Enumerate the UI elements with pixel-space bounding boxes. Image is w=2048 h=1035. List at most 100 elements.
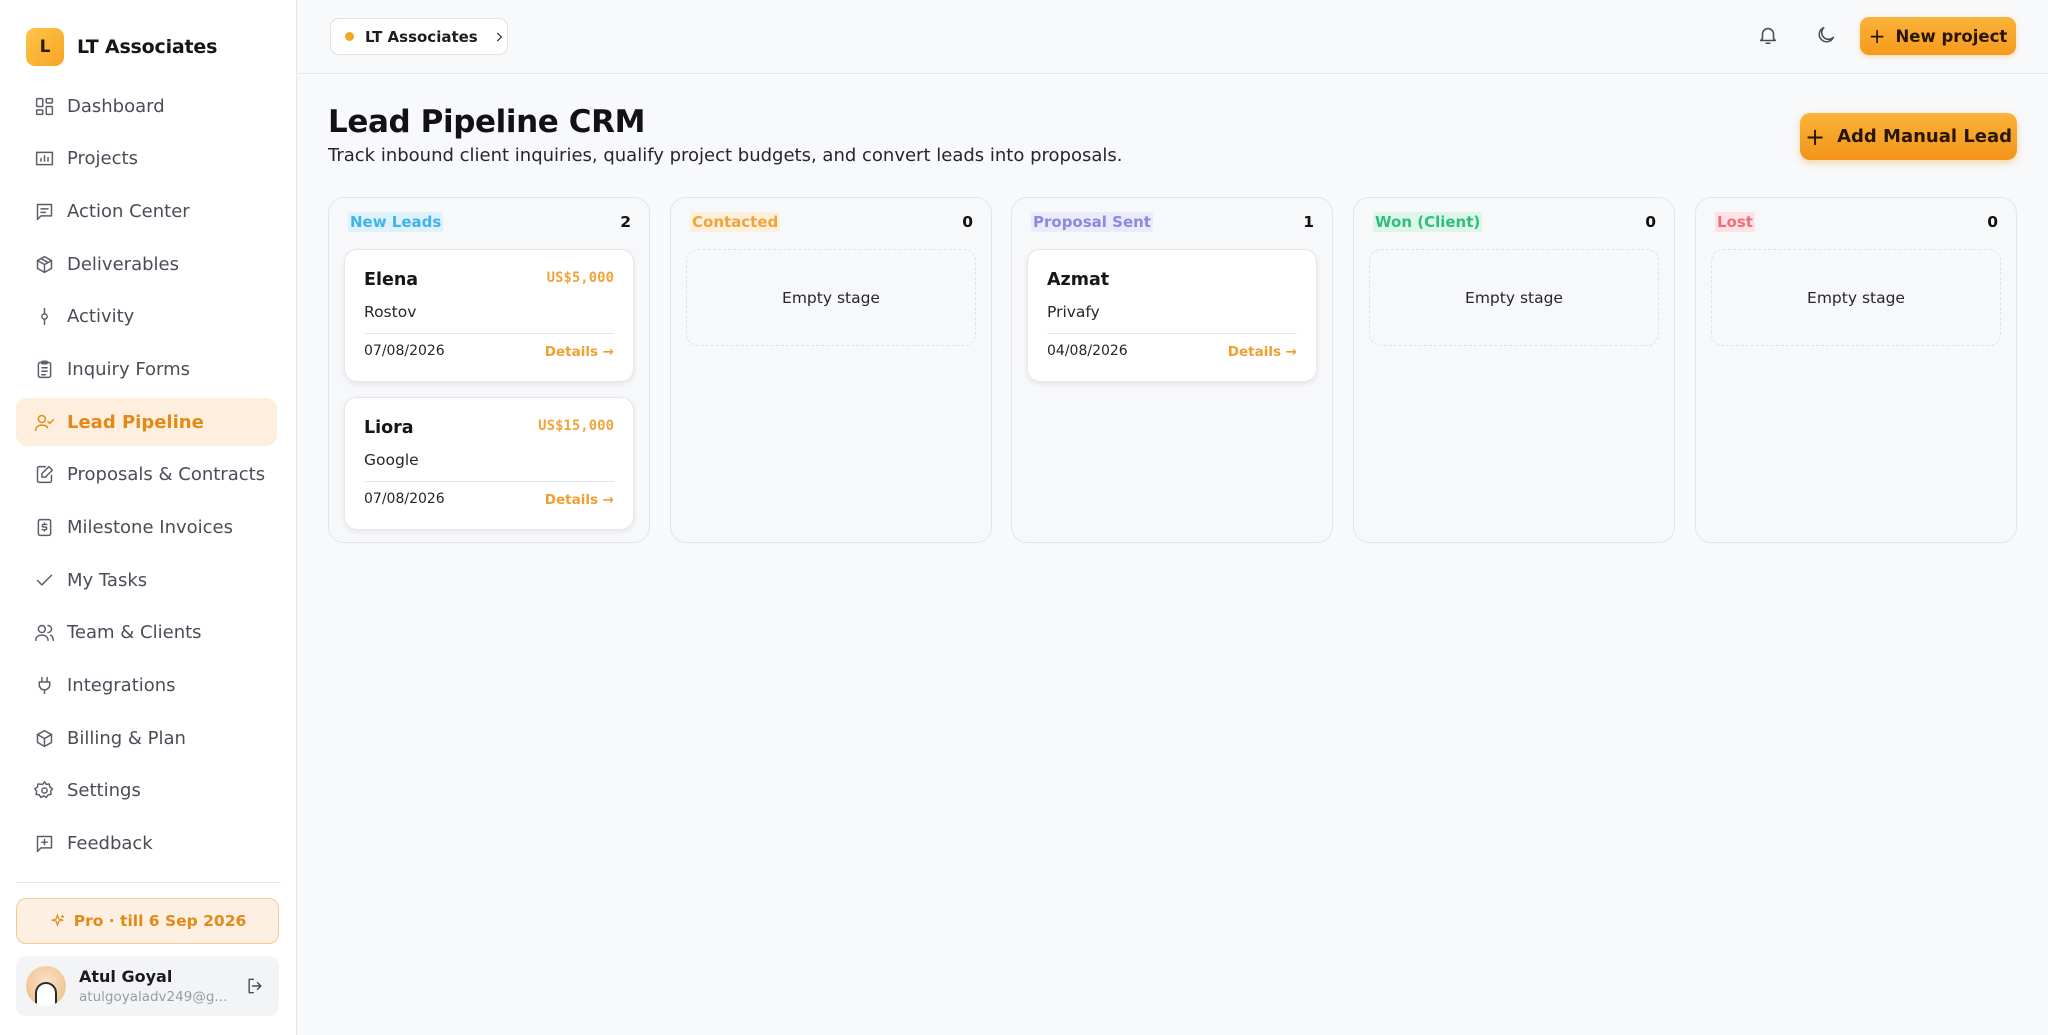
sidebar-item-team-clients[interactable]: Team & Clients [16, 609, 277, 657]
sidebar-item-action-center[interactable]: Action Center [16, 187, 277, 235]
sidebar-item-label: Feedback [67, 833, 153, 855]
sidebar: L LT Associates Dashboard Projects Actio… [0, 0, 297, 1035]
column-title: Contacted [690, 212, 781, 232]
new-project-button[interactable]: + New project [1860, 17, 2016, 55]
check-icon [32, 568, 56, 592]
plan-badge-label: Pro · till 6 Sep 2026 [73, 912, 247, 930]
workspace-switcher[interactable]: LT Associates [330, 18, 508, 55]
lead-card[interactable]: Liora US$15,000 Google 07/08/2026 Detail… [344, 397, 634, 530]
user-name: Atul Goyal [79, 967, 173, 986]
details-link[interactable]: Details → [1228, 344, 1297, 360]
page-title: Lead Pipeline CRM [328, 104, 646, 140]
empty-stage: Empty stage [1711, 249, 2001, 346]
column-count: 0 [1645, 213, 1656, 231]
lead-card[interactable]: Azmat Privafy 04/08/2026 Details → [1027, 249, 1317, 382]
sidebar-item-projects[interactable]: Projects [16, 135, 277, 183]
sidebar-item-settings[interactable]: Settings [16, 767, 277, 815]
add-manual-lead-label: Add Manual Lead [1837, 126, 2013, 147]
new-project-label: New project [1895, 26, 2008, 46]
topbar: LT Associates + New project [298, 0, 2048, 74]
column-title: Lost [1715, 212, 1755, 232]
sidebar-item-integrations[interactable]: Integrations [16, 662, 277, 710]
sidebar-item-my-tasks[interactable]: My Tasks [16, 556, 277, 604]
column-title: Won (Client) [1373, 212, 1483, 232]
user-card[interactable]: Atul Goyal atulgoyaladv249@g... [16, 956, 279, 1016]
column-won-client: Won (Client) 0 Empty stage [1353, 197, 1675, 543]
lead-name: Azmat [1047, 270, 1110, 290]
lead-budget: US$15,000 [538, 418, 614, 434]
details-link[interactable]: Details → [545, 492, 614, 508]
user-email: atulgoyaladv249@g... [79, 989, 228, 1005]
action-center-icon [32, 199, 56, 223]
sidebar-item-label: Deliverables [67, 253, 179, 275]
column-count: 2 [620, 213, 631, 231]
sidebar-item-feedback[interactable]: Feedback [16, 820, 277, 868]
chevron-right-icon [492, 30, 506, 44]
lead-date: 04/08/2026 [1047, 343, 1128, 359]
sidebar-item-label: Milestone Invoices [67, 517, 233, 538]
empty-stage: Empty stage [1369, 249, 1659, 346]
avatar [26, 966, 66, 1006]
moon-icon[interactable] [1815, 24, 1839, 48]
file-edit-icon [32, 463, 56, 487]
lead-card[interactable]: Elena US$5,000 Rostov 07/08/2026 Details… [344, 249, 634, 382]
sidebar-item-label: Projects [67, 148, 138, 170]
projects-icon [32, 147, 56, 171]
sidebar-item-label: Integrations [67, 675, 176, 697]
sidebar-item-label: Billing & Plan [67, 727, 186, 749]
details-link[interactable]: Details → [545, 344, 614, 360]
page-subtitle: Track inbound client inquiries, qualify … [328, 145, 1123, 166]
sidebar-item-label: Settings [67, 780, 141, 802]
lead-company: Rostov [364, 303, 417, 321]
clipboard-icon [32, 357, 56, 381]
card-divider [364, 481, 614, 482]
lead-date: 07/08/2026 [364, 343, 445, 359]
sidebar-item-dashboard[interactable]: Dashboard [16, 82, 277, 130]
sidebar-item-proposals-contracts[interactable]: Proposals & Contracts [16, 451, 277, 499]
column-count: 0 [962, 213, 973, 231]
gear-icon [32, 779, 56, 803]
invoice-dollar-icon [32, 516, 56, 540]
bell-icon[interactable] [1757, 24, 1781, 48]
column-count: 0 [1987, 213, 1998, 231]
feedback-icon [32, 832, 56, 856]
brand[interactable]: L LT Associates [26, 28, 217, 66]
sidebar-item-inquiry-forms[interactable]: Inquiry Forms [16, 345, 277, 393]
sidebar-item-billing-plan[interactable]: Billing & Plan [16, 714, 277, 762]
sparkles-icon [50, 912, 65, 927]
users-icon [32, 621, 56, 645]
column-count: 1 [1303, 213, 1314, 231]
lead-name: Elena [364, 270, 419, 290]
sidebar-item-label: Activity [67, 306, 135, 328]
sidebar-nav: Dashboard Projects Action Center Deliver… [16, 82, 277, 872]
activity-icon [32, 305, 56, 329]
lead-company: Google [364, 451, 419, 469]
package-icon [32, 252, 56, 276]
sidebar-item-label: Dashboard [67, 95, 165, 117]
workspace-status-dot [345, 32, 354, 41]
sidebar-item-lead-pipeline[interactable]: Lead Pipeline [16, 398, 277, 447]
sidebar-item-label: Team & Clients [67, 622, 202, 644]
plug-icon [32, 674, 56, 698]
sidebar-item-activity[interactable]: Activity [16, 293, 277, 341]
plan-badge[interactable]: Pro · till 6 Sep 2026 [16, 898, 279, 944]
sidebar-item-label: Lead Pipeline [67, 411, 204, 433]
dashboard-icon [32, 94, 56, 118]
lead-name: Liora [364, 418, 414, 438]
card-divider [1047, 333, 1297, 334]
logout-icon[interactable] [245, 976, 265, 996]
column-proposal-sent: Proposal Sent 1 Azmat Privafy 04/08/2026… [1011, 197, 1333, 543]
card-divider [364, 333, 614, 334]
lead-company: Privafy [1047, 303, 1100, 321]
pipeline-board: New Leads 2 Elena US$5,000 Rostov 07/08/… [328, 197, 2018, 543]
sidebar-item-milestone-invoices[interactable]: Milestone Invoices [16, 504, 277, 552]
column-title: New Leads [348, 212, 444, 232]
lead-budget: US$5,000 [546, 270, 614, 286]
add-manual-lead-button[interactable]: + Add Manual Lead [1800, 113, 2017, 160]
empty-stage: Empty stage [686, 249, 976, 346]
column-title: Proposal Sent [1031, 212, 1153, 232]
sidebar-item-label: Action Center [67, 200, 190, 222]
sidebar-item-deliverables[interactable]: Deliverables [16, 240, 277, 288]
column-new-leads: New Leads 2 Elena US$5,000 Rostov 07/08/… [328, 197, 650, 543]
sidebar-divider [16, 882, 281, 883]
